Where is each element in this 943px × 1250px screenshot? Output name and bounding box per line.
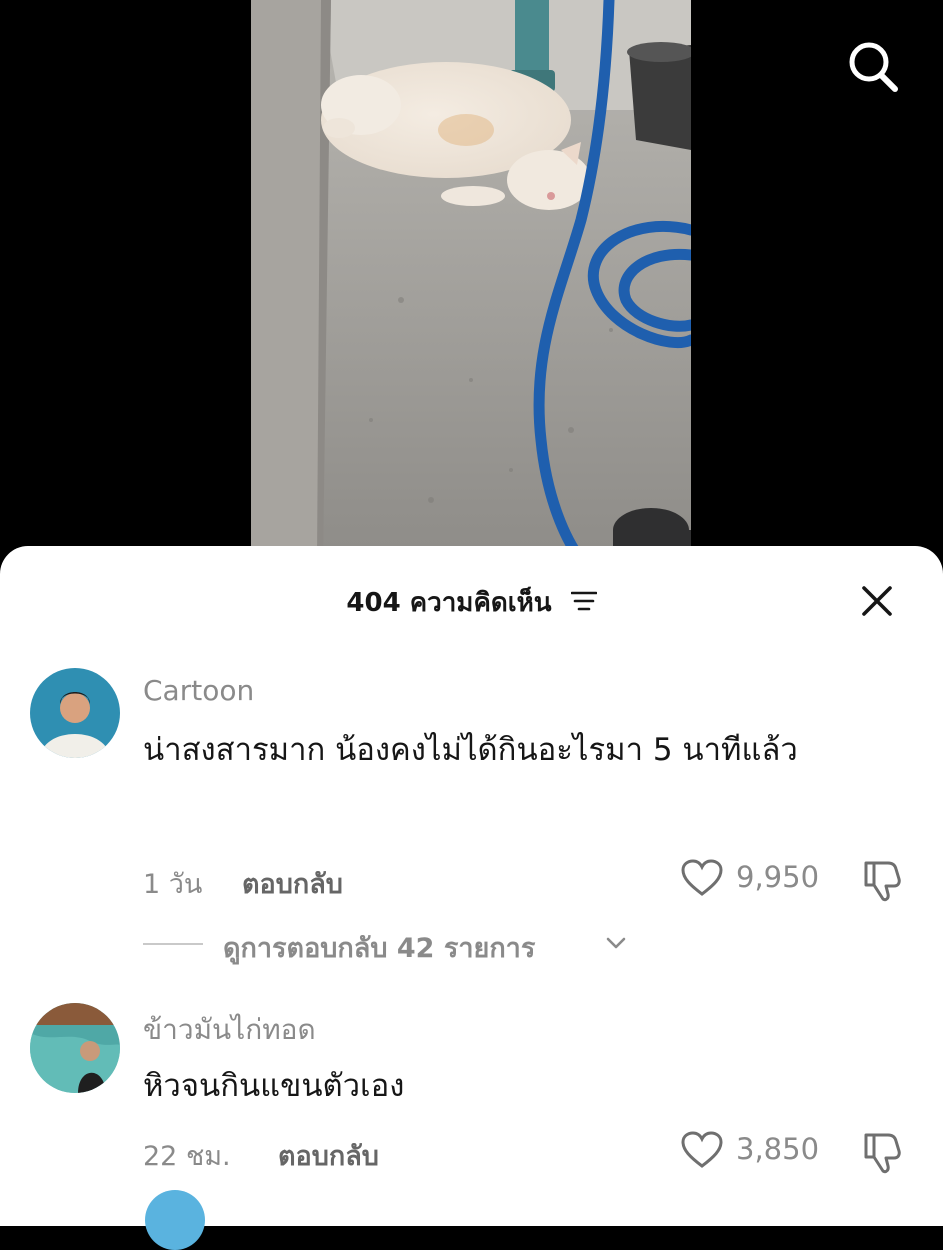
reply-button[interactable]: ตอบกลับ — [242, 862, 343, 905]
search-icon — [849, 42, 898, 92]
dislike-button[interactable] — [858, 1127, 908, 1177]
comment-count-label: 404 ความคิดเห็น — [346, 588, 552, 618]
comment-text: หิวจนกินแขนตัวเอง — [143, 1068, 405, 1104]
comments-header: 404 ความคิดเห็น — [0, 576, 943, 626]
like-count: 3,850 — [736, 1132, 820, 1166]
dislike-button[interactable] — [858, 855, 908, 905]
video-player[interactable] — [251, 0, 691, 560]
sort-lines-icon — [570, 589, 597, 619]
like-button[interactable]: 3,850 — [680, 1128, 830, 1172]
reply-button[interactable]: ตอบกลับ — [278, 1134, 379, 1177]
comment-time: 22 ชม. — [143, 1141, 231, 1172]
avatar[interactable] — [30, 1003, 120, 1093]
chevron-down-icon — [606, 937, 626, 949]
thumbs-down-icon — [864, 1133, 901, 1174]
thumbs-down-icon — [864, 861, 901, 902]
comment-username[interactable]: ข้าวมันไก่ทอด — [143, 1008, 316, 1052]
search-button[interactable] — [842, 36, 902, 96]
like-button[interactable]: 9,950 — [680, 856, 830, 900]
like-count: 9,950 — [736, 860, 820, 894]
comment-text: น่าสงสารมาก น้องคงไม่ได้กินอะไรมา 5 นาที… — [143, 732, 798, 768]
avatar[interactable] — [145, 1190, 205, 1250]
comment-count-sort-button[interactable]: 404 ความคิดเห็น — [0, 582, 943, 623]
divider-line — [143, 943, 203, 945]
heart-icon — [681, 1131, 723, 1168]
close-icon — [862, 586, 892, 616]
view-replies-label: ดูการตอบกลับ 42 รายการ — [223, 933, 536, 964]
comment-username[interactable]: Cartoon — [143, 674, 254, 707]
view-replies-button[interactable]: ดูการตอบกลับ 42 รายการ — [143, 926, 663, 966]
video-frame — [251, 0, 691, 560]
close-button[interactable] — [856, 580, 898, 622]
heart-icon — [681, 859, 723, 896]
comment-time: 1 วัน — [143, 869, 203, 900]
avatar[interactable] — [30, 668, 120, 758]
